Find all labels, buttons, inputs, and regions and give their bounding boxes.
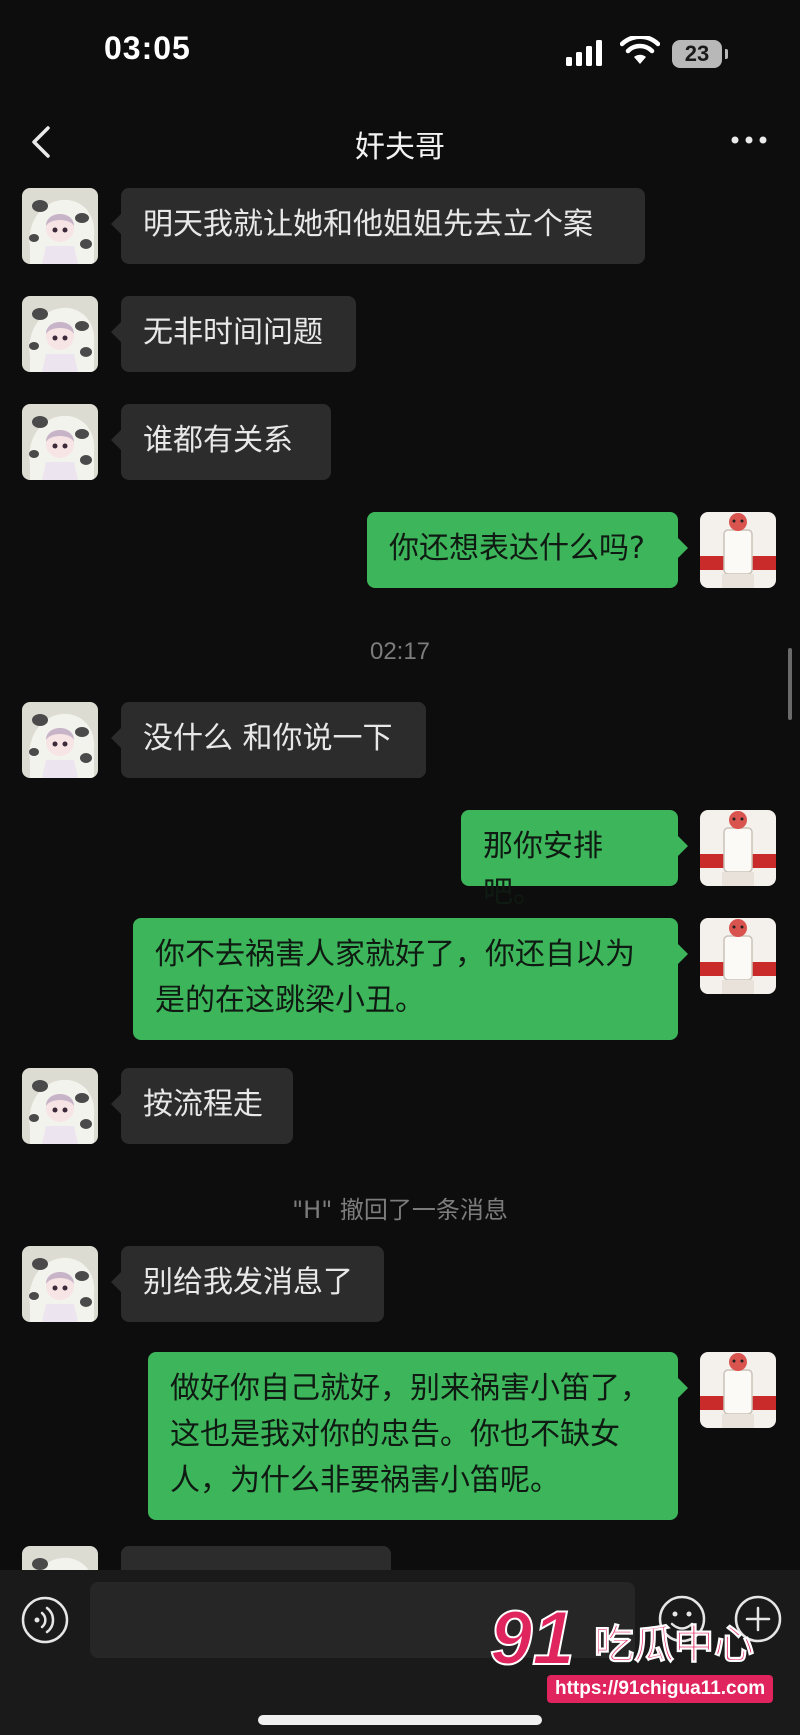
message-timestamp: 02:17 <box>369 638 431 665</box>
home-indicator <box>258 1715 542 1725</box>
voice-input-button[interactable] <box>20 1595 70 1645</box>
wifi-icon <box>620 36 660 64</box>
contact-avatar[interactable] <box>22 404 98 480</box>
incoming-message[interactable]: 明天我就让她和他姐姐先去立个案 <box>111 188 645 264</box>
chat-header: 奸夫哥 <box>0 100 800 182</box>
contact-avatar[interactable] <box>22 296 98 372</box>
outgoing-message[interactable]: 你不去祸害人家就好了，你还自以为 是的在这跳梁小丑。 <box>133 918 688 1040</box>
contact-avatar[interactable] <box>22 1246 98 1322</box>
status-bar: 03:05 23 <box>0 0 800 100</box>
contact-avatar[interactable] <box>22 702 98 778</box>
contact-avatar[interactable] <box>22 1068 98 1144</box>
outgoing-message[interactable]: 你还想表达什么吗? <box>367 512 688 588</box>
self-avatar[interactable] <box>700 810 776 886</box>
incoming-message[interactable]: 没什么 和你说一下 <box>111 702 426 778</box>
incoming-message[interactable]: 别给我发消息了 <box>111 1246 384 1322</box>
cellular-signal-icon <box>566 40 602 66</box>
more-options-button[interactable] <box>724 118 774 162</box>
outgoing-message[interactable]: 那你安排吧。 <box>461 810 688 910</box>
message-list[interactable]: 明天我就让她和他姐姐先去立个案 无非时间问题 谁都有关系 你还想表达什么吗? 0… <box>0 182 800 1570</box>
self-avatar[interactable] <box>700 1352 776 1428</box>
watermark-logo: 91 吃瓜中心 <box>490 1600 755 1680</box>
incoming-message[interactable]: 无非时间问题 <box>111 296 356 372</box>
battery-icon: 23 <box>672 40 728 68</box>
incoming-message[interactable]: 按流程走 <box>111 1068 293 1144</box>
watermark-logo-text: 吃瓜中心 <box>594 1622 754 1668</box>
scrollbar[interactable] <box>788 648 792 720</box>
incoming-message-partial[interactable] <box>121 1546 391 1570</box>
watermark-logo-number: 91 <box>490 1600 575 1680</box>
recall-notice: "H" 撤回了一条消息 <box>292 1196 508 1224</box>
incoming-message[interactable]: 谁都有关系 <box>111 404 331 480</box>
self-avatar[interactable] <box>700 512 776 588</box>
self-avatar[interactable] <box>700 918 776 994</box>
status-time: 03:05 <box>104 30 191 66</box>
contact-avatar[interactable] <box>22 188 98 264</box>
watermark-url: https://91chigua11.com <box>547 1675 774 1703</box>
outgoing-message[interactable]: 做好你自己就好，别来祸害小笛了， 这也是我对你的忠告。你也不缺女 人，为什么非要… <box>148 1352 688 1520</box>
chat-title: 奸夫哥 <box>355 130 445 165</box>
contact-avatar[interactable] <box>22 1546 98 1570</box>
